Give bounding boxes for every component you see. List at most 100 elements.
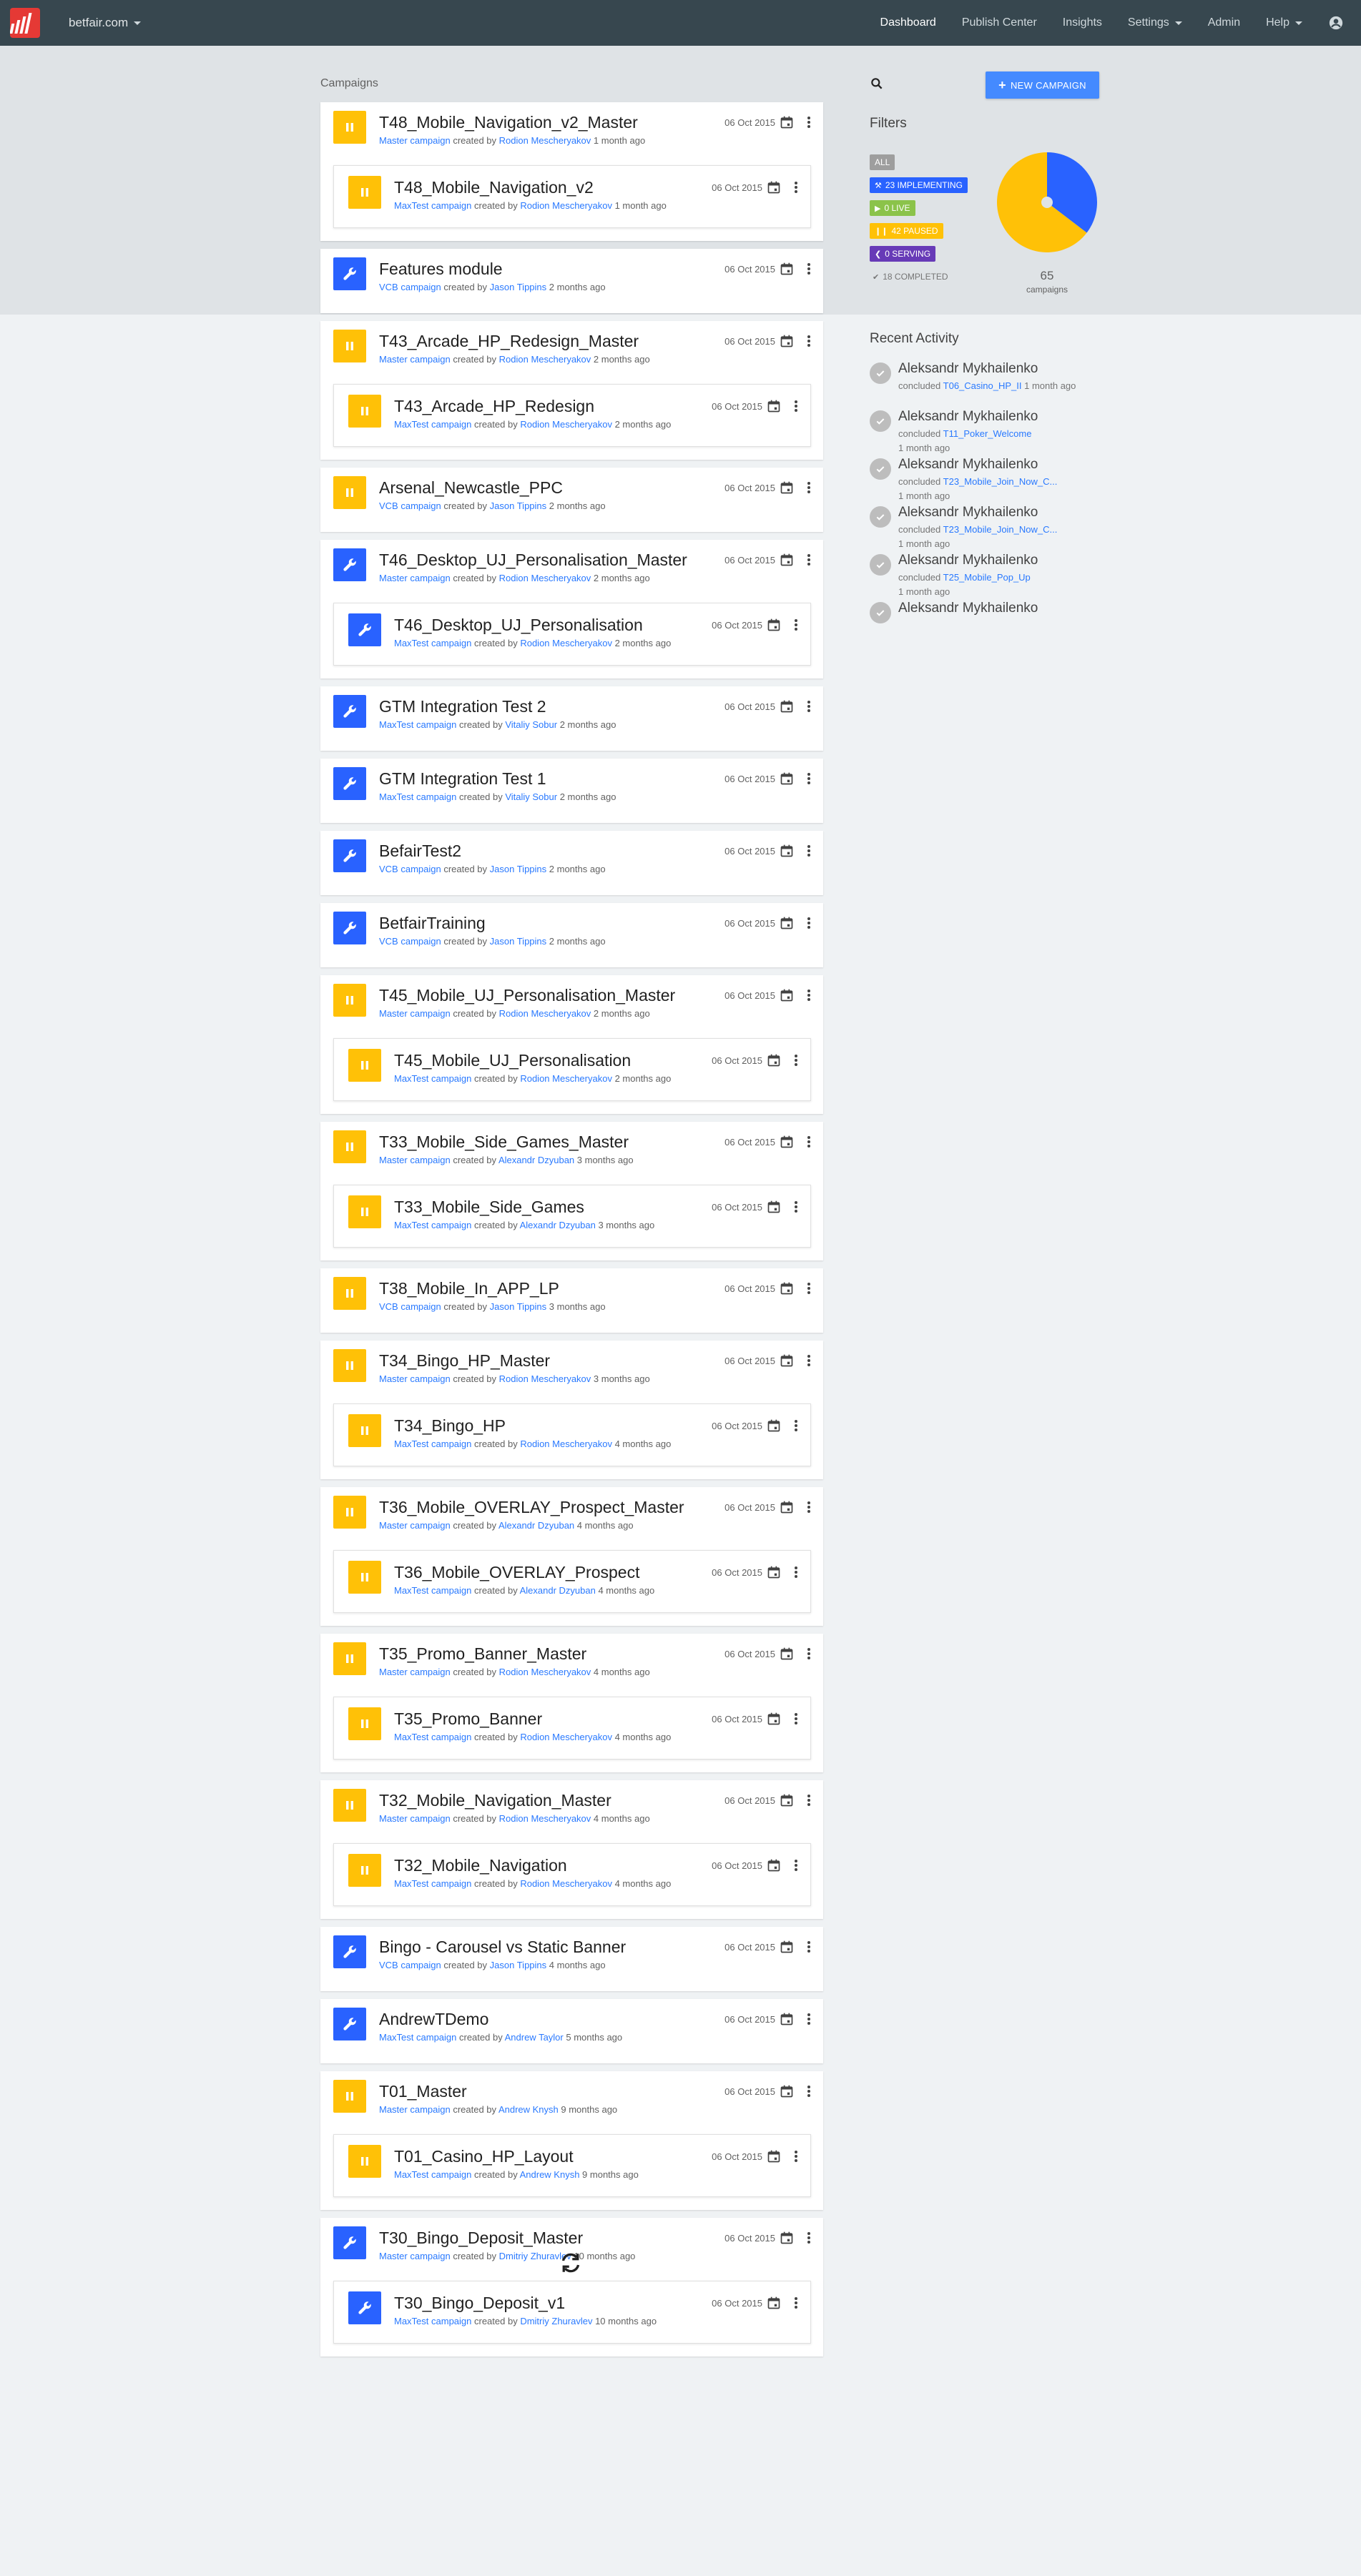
calendar-icon[interactable] — [767, 1418, 781, 1433]
campaign-author-link[interactable]: Rodion Mescheryakov — [520, 1878, 612, 1889]
calendar-icon[interactable] — [780, 553, 794, 567]
calendar-icon[interactable] — [767, 618, 781, 632]
filter-chip-paused[interactable]: ❙❙ 42 PAUSED — [870, 223, 943, 239]
calendar-icon[interactable] — [780, 1793, 794, 1807]
more-options-icon[interactable] — [807, 115, 811, 129]
activity-user[interactable]: Aleksandr Mykhailenko — [898, 600, 1038, 617]
calendar-icon[interactable] — [780, 1281, 794, 1296]
activity-target-link[interactable]: T11_Poker_Welcome — [943, 428, 1032, 439]
more-options-icon[interactable] — [807, 844, 811, 858]
more-options-icon[interactable] — [807, 262, 811, 276]
more-options-icon[interactable] — [807, 2231, 811, 2245]
campaign-type-link[interactable]: MaxTest campaign — [394, 1220, 471, 1230]
activity-target-link[interactable]: T25_Mobile_Pop_Up — [943, 572, 1031, 583]
campaign-author-link[interactable]: Jason Tippins — [490, 282, 547, 292]
campaign-author-link[interactable]: Rodion Mescheryakov — [520, 1732, 612, 1742]
campaign-name[interactable]: T36_Mobile_OVERLAY_Prospect_Master — [379, 1497, 724, 1517]
campaign-name[interactable]: T43_Arcade_HP_Redesign_Master — [379, 331, 724, 351]
filter-chip-impl[interactable]: ⚒ 23 IMPLEMENTING — [870, 177, 968, 193]
campaign-author-link[interactable]: Rodion Mescheryakov — [520, 638, 612, 648]
more-options-icon[interactable] — [807, 1793, 811, 1807]
status-paused-button[interactable] — [333, 1349, 366, 1382]
more-options-icon[interactable] — [794, 1565, 798, 1579]
more-options-icon[interactable] — [807, 334, 811, 348]
calendar-icon[interactable] — [767, 1858, 781, 1872]
campaign-name[interactable]: T30_Bingo_Deposit_v1 — [394, 2293, 712, 2313]
campaign-name[interactable]: T32_Mobile_Navigation_Master — [379, 1790, 724, 1810]
more-options-icon[interactable] — [794, 1858, 798, 1872]
campaign-type-link[interactable]: MaxTest campaign — [394, 638, 471, 648]
status-implementing-button[interactable] — [333, 548, 366, 581]
campaign-name[interactable]: GTM Integration Test 2 — [379, 696, 724, 716]
campaign-author-link[interactable]: Rodion Mescheryakov — [520, 419, 612, 430]
campaign-author-link[interactable]: Vitaliy Sobur — [505, 719, 557, 730]
new-campaign-button[interactable]: + NEW CAMPAIGN — [986, 71, 1099, 99]
calendar-icon[interactable] — [767, 2296, 781, 2310]
status-implementing-button[interactable] — [333, 839, 366, 872]
more-options-icon[interactable] — [807, 1353, 811, 1368]
campaign-name[interactable]: T43_Arcade_HP_Redesign — [394, 396, 712, 416]
campaign-type-link[interactable]: MaxTest campaign — [379, 2032, 456, 2043]
campaign-type-link[interactable]: MaxTest campaign — [394, 1732, 471, 1742]
status-paused-button[interactable] — [333, 1642, 366, 1675]
campaign-author-link[interactable]: Rodion Mescheryakov — [499, 573, 591, 583]
status-paused-button[interactable] — [333, 1130, 366, 1163]
campaign-author-link[interactable]: Rodion Mescheryakov — [520, 200, 612, 211]
nav-dashboard[interactable]: Dashboard — [880, 16, 936, 29]
calendar-icon[interactable] — [780, 988, 794, 1002]
calendar-icon[interactable] — [767, 1565, 781, 1579]
filter-chip-live[interactable]: ▶ 0 LIVE — [870, 200, 915, 216]
status-paused-button[interactable] — [333, 1277, 366, 1310]
status-implementing-button[interactable] — [348, 2291, 381, 2324]
campaign-name[interactable]: T34_Bingo_HP_Master — [379, 1351, 724, 1371]
user-account-icon[interactable] — [1328, 15, 1344, 31]
campaign-author-link[interactable]: Rodion Mescheryakov — [499, 354, 591, 365]
campaign-author-link[interactable]: Alexandr Dzyuban — [520, 1220, 596, 1230]
campaign-name[interactable]: Arsenal_Newcastle_PPC — [379, 478, 724, 498]
campaign-author-link[interactable]: Jason Tippins — [490, 1960, 547, 1970]
calendar-icon[interactable] — [780, 1135, 794, 1149]
campaign-type-link[interactable]: VCB campaign — [379, 500, 441, 511]
campaign-name[interactable]: Features module — [379, 259, 724, 279]
calendar-icon[interactable] — [767, 1712, 781, 1726]
calendar-icon[interactable] — [780, 1940, 794, 1954]
campaign-author-link[interactable]: Rodion Mescheryakov — [499, 135, 591, 146]
calendar-icon[interactable] — [780, 2231, 794, 2245]
campaign-type-link[interactable]: VCB campaign — [379, 1301, 441, 1312]
campaign-name[interactable]: T38_Mobile_In_APP_LP — [379, 1278, 724, 1298]
status-paused-button[interactable] — [348, 1049, 381, 1082]
calendar-icon[interactable] — [780, 1647, 794, 1661]
campaign-name[interactable]: BefairTest2 — [379, 841, 724, 861]
nav-insights[interactable]: Insights — [1063, 16, 1102, 29]
calendar-icon[interactable] — [780, 262, 794, 276]
status-implementing-button[interactable] — [333, 257, 366, 290]
filter-chip-all[interactable]: ALL — [870, 154, 895, 170]
campaign-author-link[interactable]: Jason Tippins — [490, 864, 547, 874]
campaign-type-link[interactable]: MaxTest campaign — [394, 1073, 471, 1084]
status-implementing-button[interactable] — [333, 2226, 366, 2259]
more-options-icon[interactable] — [794, 399, 798, 413]
nav-publish-center[interactable]: Publish Center — [962, 16, 1037, 29]
campaign-type-link[interactable]: Master campaign — [379, 1008, 451, 1019]
more-options-icon[interactable] — [807, 699, 811, 714]
campaign-name[interactable]: Bingo - Carousel vs Static Banner — [379, 1937, 724, 1957]
campaign-type-link[interactable]: Master campaign — [379, 135, 451, 146]
campaign-type-link[interactable]: VCB campaign — [379, 282, 441, 292]
activity-user[interactable]: Aleksandr Mykhailenko — [898, 408, 1038, 425]
more-options-icon[interactable] — [807, 1500, 811, 1514]
more-options-icon[interactable] — [807, 1281, 811, 1296]
campaign-name[interactable]: T46_Desktop_UJ_Personalisation — [394, 615, 712, 635]
campaign-type-link[interactable]: Master campaign — [379, 1155, 451, 1165]
status-paused-button[interactable] — [333, 476, 366, 509]
filter-chip-completed[interactable]: ✔ 18 COMPLETED — [870, 269, 953, 285]
campaign-name[interactable]: T35_Promo_Banner_Master — [379, 1644, 724, 1664]
more-options-icon[interactable] — [807, 1135, 811, 1149]
activity-user[interactable]: Aleksandr Mykhailenko — [898, 360, 1076, 377]
calendar-icon[interactable] — [767, 180, 781, 194]
campaign-author-link[interactable]: Dmitriy Zhuravlev — [520, 2316, 592, 2326]
campaign-author-link[interactable]: Jason Tippins — [490, 500, 547, 511]
reload-icon[interactable] — [558, 2249, 584, 2277]
campaign-type-link[interactable]: VCB campaign — [379, 864, 441, 874]
calendar-icon[interactable] — [780, 2084, 794, 2098]
campaign-name[interactable]: T45_Mobile_UJ_Personalisation_Master — [379, 985, 724, 1005]
